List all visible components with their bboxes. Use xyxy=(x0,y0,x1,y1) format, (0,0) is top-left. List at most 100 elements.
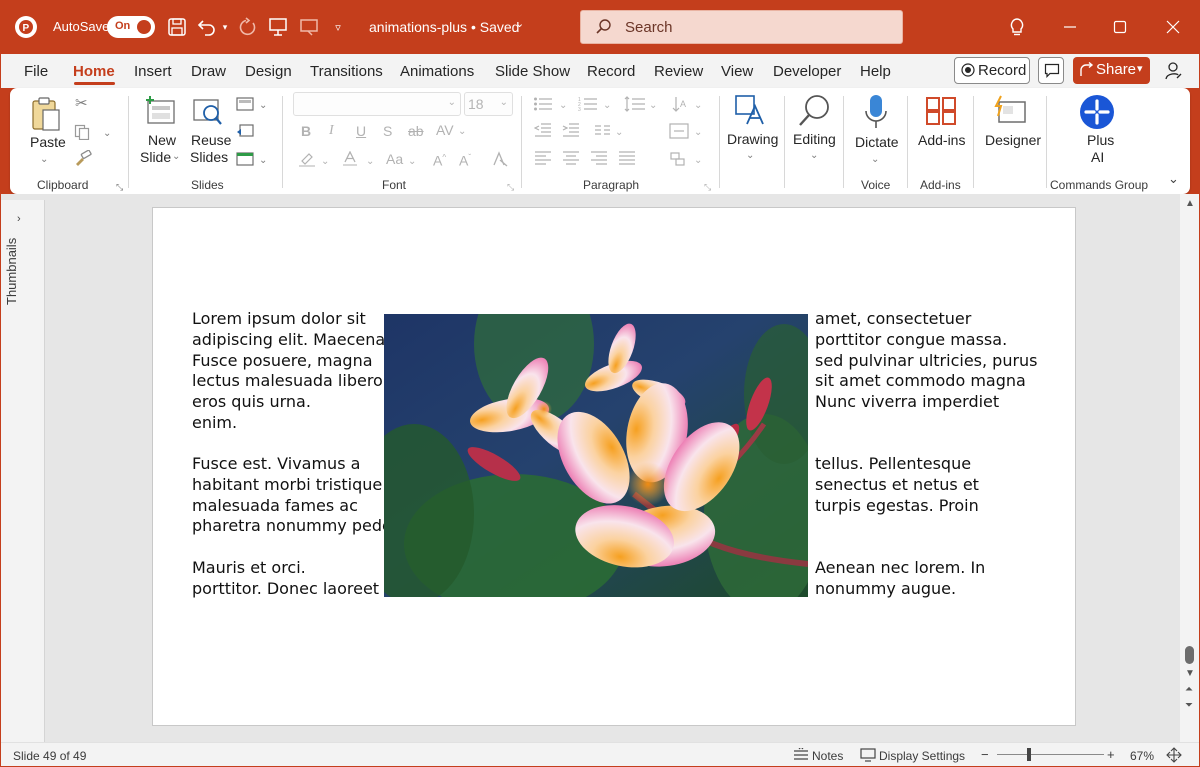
tab-review[interactable]: Review xyxy=(654,63,703,80)
line-spacing-icon[interactable] xyxy=(624,96,646,114)
change-case-dropdown-icon[interactable]: ⌄ xyxy=(408,155,416,169)
justify-icon[interactable] xyxy=(618,151,636,167)
share-button[interactable]: Share ▾ xyxy=(1073,57,1150,84)
reuse-slides-icon[interactable] xyxy=(192,96,224,129)
record-button[interactable]: Record xyxy=(954,57,1030,84)
editing-label[interactable]: Editing xyxy=(793,131,836,148)
lightbulb-icon[interactable] xyxy=(1006,15,1028,39)
new-slide-label-line1[interactable]: New xyxy=(148,132,176,149)
bullets-dropdown-icon[interactable]: ⌄ xyxy=(559,99,567,113)
tab-draw[interactable]: Draw xyxy=(191,63,226,80)
copy-dropdown-icon[interactable]: ⌄ xyxy=(103,127,111,141)
zoom-out-icon[interactable]: − xyxy=(981,747,989,762)
align-right-icon[interactable] xyxy=(590,151,608,167)
editing-search-icon[interactable] xyxy=(798,94,830,131)
font-size-combo[interactable]: 18 ⌄ xyxy=(464,92,513,116)
zoom-level[interactable]: 67% xyxy=(1130,749,1154,763)
cut-icon[interactable]: ✂ xyxy=(75,96,88,111)
minimize-icon[interactable] xyxy=(1058,15,1082,39)
scrollbar-thumb[interactable] xyxy=(1185,646,1194,664)
paste-label[interactable]: Paste xyxy=(30,134,66,151)
comments-button[interactable] xyxy=(1038,57,1064,84)
character-spacing-button[interactable]: AV xyxy=(436,123,454,137)
paragraph-launcher-icon[interactable]: ⤡ xyxy=(704,180,711,194)
tab-record[interactable]: Record xyxy=(587,63,635,80)
columns-icon[interactable] xyxy=(594,124,612,140)
zoom-in-icon[interactable]: + xyxy=(1107,747,1115,762)
decrease-indent-icon[interactable] xyxy=(533,123,552,139)
editing-dropdown-icon[interactable]: ⌄ xyxy=(810,149,818,163)
new-slide-label-line2[interactable]: Slide xyxy=(140,149,171,166)
save-icon[interactable] xyxy=(165,15,189,39)
expand-thumbnails-icon[interactable]: › xyxy=(17,213,21,225)
add-ins-icon[interactable] xyxy=(925,96,957,129)
thumbnails-label[interactable]: Thumbnails xyxy=(4,238,19,305)
paste-dropdown-icon[interactable]: ⌄ xyxy=(40,153,48,167)
right-text-block-2[interactable]: tellus. Pellentesque senectus et netus e… xyxy=(815,454,979,516)
clear-formatting-icon[interactable] xyxy=(490,151,508,169)
copy-icon[interactable] xyxy=(74,124,90,142)
notes-label[interactable]: Notes xyxy=(812,749,843,763)
tab-transitions[interactable]: Transitions xyxy=(310,63,383,80)
bold-button[interactable]: B xyxy=(301,124,311,138)
scroll-down-icon[interactable]: ▼ xyxy=(1185,668,1195,679)
tab-developer[interactable]: Developer xyxy=(773,63,841,80)
character-spacing-dropdown-icon[interactable]: ⌄ xyxy=(458,125,466,139)
dictate-dropdown-icon[interactable]: ⌄ xyxy=(871,153,879,167)
reuse-slides-label-line1[interactable]: Reuse xyxy=(191,132,231,149)
left-text-block-2[interactable]: Fusce est. Vivamus a habitant morbi tris… xyxy=(192,454,397,537)
search-box[interactable]: Search xyxy=(580,10,903,44)
next-slide-icon[interactable]: ⏷ xyxy=(1185,700,1193,711)
slide-counter[interactable]: Slide 49 of 49 xyxy=(13,749,86,763)
zoom-slider-track[interactable] xyxy=(997,754,1104,755)
plus-ai-label-line1[interactable]: Plus xyxy=(1087,132,1114,149)
align-text-icon[interactable] xyxy=(669,123,689,141)
redo-icon[interactable] xyxy=(236,15,260,39)
undo-icon[interactable] xyxy=(196,15,218,39)
bullets-icon[interactable] xyxy=(533,96,553,114)
columns-dropdown-icon[interactable]: ⌄ xyxy=(615,126,623,140)
line-spacing-dropdown-icon[interactable]: ⌄ xyxy=(649,99,657,113)
tab-animations[interactable]: Animations xyxy=(400,63,474,80)
font-launcher-icon[interactable]: ⤡ xyxy=(507,180,514,194)
zoom-slider-thumb[interactable] xyxy=(1027,748,1032,761)
drawing-icon[interactable] xyxy=(733,94,767,129)
change-case-icon[interactable]: Aa xyxy=(386,152,403,166)
tab-slide-show[interactable]: Slide Show xyxy=(495,63,570,80)
right-text-block-1[interactable]: amet, consectetuer porttitor congue mass… xyxy=(815,309,1038,413)
tab-home[interactable]: Home xyxy=(73,63,115,80)
collapse-ribbon-icon[interactable]: ⌄ xyxy=(1168,172,1179,186)
numbering-dropdown-icon[interactable]: ⌄ xyxy=(603,99,611,113)
smartart-dropdown-icon[interactable]: ⌄ xyxy=(694,154,702,168)
display-settings-icon[interactable] xyxy=(860,748,876,765)
numbering-icon[interactable]: 123 xyxy=(578,96,598,114)
chevron-down-icon[interactable]: ⌄ xyxy=(515,17,524,30)
align-center-icon[interactable] xyxy=(562,151,580,167)
clipboard-launcher-icon[interactable]: ⤡ xyxy=(116,180,123,194)
increase-font-size-icon[interactable]: A^ xyxy=(433,151,446,168)
copilot-person-icon[interactable] xyxy=(1162,59,1186,83)
new-slide-icon[interactable] xyxy=(145,96,177,129)
designer-icon[interactable] xyxy=(993,94,1027,129)
underline-button[interactable]: U xyxy=(356,124,366,138)
section-dropdown-icon[interactable]: ⌄ xyxy=(259,154,267,168)
fit-to-window-icon[interactable] xyxy=(1166,747,1182,766)
flower-photo[interactable] xyxy=(384,314,808,597)
present-from-beginning-icon[interactable] xyxy=(266,15,290,39)
strikethrough-button[interactable]: ab xyxy=(408,124,424,138)
tab-design[interactable]: Design xyxy=(245,63,292,80)
plus-ai-label-line2[interactable]: AI xyxy=(1091,149,1104,166)
display-settings-label[interactable]: Display Settings xyxy=(879,749,965,763)
right-text-block-3[interactable]: Aenean nec lorem. In nonummy augue. xyxy=(815,558,985,600)
layout-dropdown-icon[interactable]: ⌄ xyxy=(259,99,267,113)
document-title[interactable]: animations-plus • Saved xyxy=(369,19,519,35)
smartart-icon[interactable] xyxy=(670,151,690,169)
maximize-icon[interactable] xyxy=(1108,15,1132,39)
tab-view[interactable]: View xyxy=(721,63,753,80)
drawing-dropdown-icon[interactable]: ⌄ xyxy=(746,149,754,163)
format-painter-icon[interactable] xyxy=(74,149,92,168)
text-shadow-button[interactable]: S xyxy=(383,124,392,138)
add-ins-label[interactable]: Add-ins xyxy=(918,132,965,149)
previous-slide-icon[interactable]: ⏶ xyxy=(1185,684,1193,695)
dictate-label[interactable]: Dictate xyxy=(855,134,899,151)
